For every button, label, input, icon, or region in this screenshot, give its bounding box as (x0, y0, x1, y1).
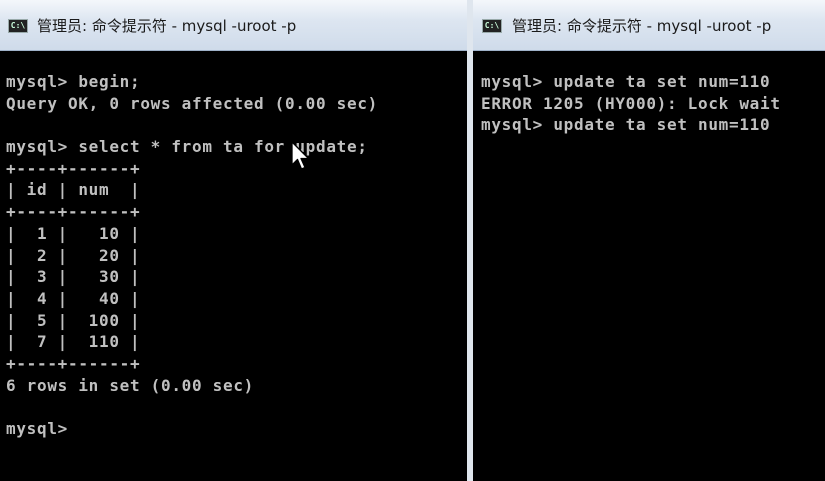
console-app-icon: C:\ (482, 19, 502, 33)
console-line: mysql> update ta set num=110 (481, 115, 771, 135)
right-console-output[interactable]: mysql> update ta set num=110 ERROR 1205 … (473, 51, 825, 481)
left-console-window[interactable]: C:\ 管理员: 命令提示符 - mysql -uroot -p mysql> … (0, 0, 467, 481)
console-prompt: mysql> (6, 419, 68, 438)
mouse-pointer-icon (291, 141, 310, 170)
right-console-window[interactable]: C:\ 管理员: 命令提示符 - mysql -uroot -p mysql> … (473, 0, 825, 481)
right-window-title: 管理员: 命令提示符 - mysql -uroot -p (512, 17, 772, 35)
console-line: | 1 | 10 | (6, 223, 141, 243)
console-line: Query OK, 0 rows affected (0.00 sec) (6, 93, 378, 113)
console-line: | 2 | 20 | (6, 245, 141, 265)
console-line: +----+------+ (6, 202, 141, 222)
console-line: mysql> begin; (6, 72, 141, 91)
console-line: ERROR 1205 (HY000): Lock wait (481, 93, 781, 113)
console-line: | id | num | (6, 180, 141, 200)
console-line: 6 rows in set (0.00 sec) (6, 375, 254, 395)
left-window-titlebar[interactable]: C:\ 管理员: 命令提示符 - mysql -uroot -p (0, 0, 467, 51)
console-line: | 4 | 40 | (6, 288, 141, 308)
console-line: | 7 | 110 | (6, 332, 141, 352)
console-line: +----+------+ (6, 353, 141, 373)
console-line: | 5 | 100 | (6, 310, 141, 330)
console-line: +----+------+ (6, 158, 141, 178)
console-line: mysql> update ta set num=110 (481, 72, 771, 91)
left-window-title: 管理员: 命令提示符 - mysql -uroot -p (37, 17, 297, 35)
console-app-icon: C:\ (8, 19, 28, 33)
left-console-output[interactable]: mysql> begin; Query OK, 0 rows affected … (0, 51, 467, 481)
right-window-titlebar[interactable]: C:\ 管理员: 命令提示符 - mysql -uroot -p (473, 0, 825, 51)
console-line: mysql> select * from ta for update; (6, 137, 368, 157)
console-line: | 3 | 30 | (6, 267, 141, 287)
